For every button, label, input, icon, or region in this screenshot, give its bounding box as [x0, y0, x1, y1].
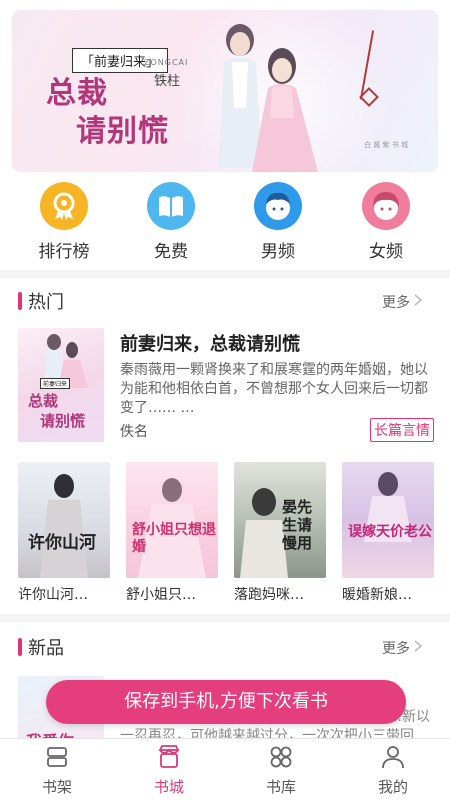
- tab-bookshelf[interactable]: 书架: [12, 741, 102, 797]
- section-title: 热门: [28, 292, 64, 313]
- tab-label: 我的: [377, 778, 408, 796]
- cover-title: 舒小姐只想退婚: [132, 522, 216, 555]
- book-name: 落跑妈咪…: [234, 587, 304, 603]
- category-label: 免费: [154, 242, 188, 262]
- featured-book-author: 佚名: [120, 424, 148, 440]
- banner-roman: ZONGCAI: [144, 58, 189, 67]
- book-cover: 晏先生请慢用: [234, 462, 326, 578]
- book-card[interactable]: 误嫁天价老公 暖婚新娘…: [342, 462, 434, 604]
- cover-title-line1: 总裁: [28, 392, 59, 410]
- featured-book-cover[interactable]: 前妻归来 总裁 请别慌: [18, 328, 104, 442]
- banner-illustration: [218, 24, 318, 172]
- cover-illustration: [138, 478, 206, 578]
- book-cover: 舒小姐只想退婚: [126, 462, 218, 578]
- cover-title: 许你山河: [28, 533, 96, 553]
- featured-book-description: 秦雨薇用一颗肾换来了和展寒霆的两年婚姻，她以为能和他相依白首，不曾想那个女人回来…: [120, 362, 428, 416]
- tab-bookstore[interactable]: 书城: [124, 741, 214, 797]
- category-label: 男频: [261, 242, 295, 262]
- cover-illustration: [364, 472, 412, 542]
- category-male[interactable]: 男频: [238, 182, 318, 262]
- tab-label: 书库: [265, 778, 296, 796]
- chevron-right-icon[interactable]: [410, 638, 426, 654]
- book-name: 舒小姐只…: [126, 587, 196, 603]
- book-card[interactable]: 许你山河 许你山河…: [18, 462, 110, 604]
- section-divider: [0, 270, 450, 278]
- more-link[interactable]: 更多: [382, 292, 410, 312]
- section-accent-bar: [18, 292, 22, 310]
- banner-subtitle: 铁柱: [154, 74, 181, 89]
- section-title: 新品: [28, 638, 64, 659]
- tab-profile[interactable]: 我的: [348, 741, 438, 797]
- section-accent-bar: [18, 638, 22, 656]
- new-section-header: 新品 更多: [0, 632, 450, 662]
- bookshelf-icon: [47, 747, 67, 767]
- tab-label: 书架: [41, 778, 72, 796]
- book-name: 暖婚新娘…: [342, 587, 412, 603]
- banner-carousel[interactable]: 「前妻归来」 ZONGCAI 铁柱 总裁 请别慌 白 酱 紫 书 城: [12, 10, 438, 172]
- banner-publisher: 白 酱 紫 书 城: [364, 141, 408, 149]
- library-icon: [270, 746, 292, 768]
- more-link[interactable]: 更多: [382, 638, 410, 658]
- category-female[interactable]: 女频: [346, 182, 426, 262]
- book-cover: 许你山河: [18, 462, 110, 578]
- section-divider: [0, 614, 450, 622]
- hot-section-header: 热门 更多: [0, 286, 450, 316]
- genre-tag[interactable]: 长篇言情: [370, 418, 434, 442]
- cover-title-line2: 请别慌: [40, 412, 86, 430]
- book-card[interactable]: 舒小姐只想退婚 舒小姐只…: [126, 462, 218, 604]
- category-label: 女频: [369, 242, 403, 262]
- ranking-icon: [40, 182, 88, 230]
- category-row: 排行榜 免费 男频 女频: [0, 182, 450, 262]
- cover-illustration: [40, 474, 88, 578]
- cover-title: 晏先生请慢用: [282, 498, 313, 552]
- girl-face-icon: [362, 182, 410, 230]
- category-free[interactable]: 免费: [131, 182, 211, 262]
- book-name: 许你山河…: [18, 587, 88, 603]
- chevron-right-icon[interactable]: [410, 292, 426, 308]
- book-icon: [147, 182, 195, 230]
- category-ranking[interactable]: 排行榜: [24, 182, 104, 262]
- save-to-phone-toast[interactable]: 保存到手机,方便下次看书: [46, 680, 406, 724]
- book-card[interactable]: 晏先生请慢用 落跑妈咪…: [234, 462, 326, 604]
- bookstore-icon: [158, 745, 180, 768]
- bottom-tab-bar: 书架 书城 书库 我的: [0, 738, 450, 800]
- cover-title: 误嫁天价老公: [348, 524, 432, 540]
- featured-book-title[interactable]: 前妻归来，总裁请别慌: [120, 330, 300, 356]
- banner-title-line2: 请别慌: [76, 114, 169, 149]
- boy-face-icon: [254, 182, 302, 230]
- profile-icon: [382, 746, 404, 769]
- book-cover: 误嫁天价老公: [342, 462, 434, 578]
- cover-tag: 前妻归来: [40, 378, 71, 389]
- tab-label: 书城: [153, 778, 184, 796]
- category-label: 排行榜: [38, 242, 90, 262]
- tab-library[interactable]: 书库: [236, 741, 326, 797]
